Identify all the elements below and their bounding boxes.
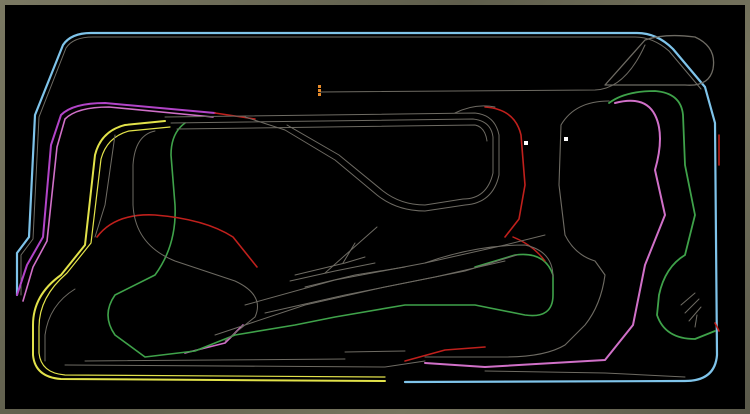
spur-4[interactable] [694,314,698,328]
signal-icon[interactable] [318,85,321,88]
track-diagonal-2[interactable] [214,254,518,336]
track-green-center[interactable] [107,122,554,358]
spur-2[interactable] [684,298,700,314]
sensor-marker-2[interactable] [564,137,568,141]
track-lower-right[interactable] [484,370,686,378]
signal-icon[interactable] [318,93,321,96]
occupied-blocks[interactable] [96,106,720,362]
window-frame [0,0,750,414]
sensor-marker-1[interactable] [524,141,528,145]
block-red-lower[interactable] [404,346,486,362]
track-magenta-left[interactable] [16,102,216,296]
signal-group[interactable] [318,85,321,96]
track-left-outer-grey[interactable] [44,288,76,362]
block-red-mid[interactable] [512,236,546,262]
track-bottom-main[interactable] [64,360,426,368]
track-diagonal-1[interactable] [244,234,546,306]
track-top-main-1[interactable] [164,112,500,212]
track-top-main-2[interactable] [170,118,494,206]
route-yellow[interactable] [32,120,386,382]
track-yard-5[interactable] [342,242,356,264]
track-yellow-inner[interactable] [38,126,386,378]
track-outer-blue-inner[interactable] [20,36,702,296]
track-upper-siding[interactable] [319,44,646,93]
track-green-right[interactable] [608,90,716,340]
spur-3[interactable] [688,306,702,322]
spur-1[interactable] [680,292,696,306]
grey-tracks[interactable] [44,44,686,378]
track-left-inner[interactable] [132,130,258,342]
track-pink-lower[interactable] [184,324,244,354]
track-pink-right[interactable] [424,99,666,368]
track-right-loop[interactable] [424,100,610,358]
route-green[interactable] [107,90,716,358]
track-layout-panel[interactable] [5,5,745,409]
track-layout-canvas[interactable] [5,5,745,409]
track-bottom-main-2[interactable] [84,358,346,362]
right-yard-spurs[interactable] [680,292,702,328]
track-top-main-3[interactable] [176,124,488,142]
block-red-right-curve[interactable] [484,106,526,238]
track-bottom-siding[interactable] [344,350,406,353]
block-red-left-curve[interactable] [96,214,258,268]
track-yellow-main[interactable] [32,120,386,382]
signal-icon[interactable] [318,89,321,92]
